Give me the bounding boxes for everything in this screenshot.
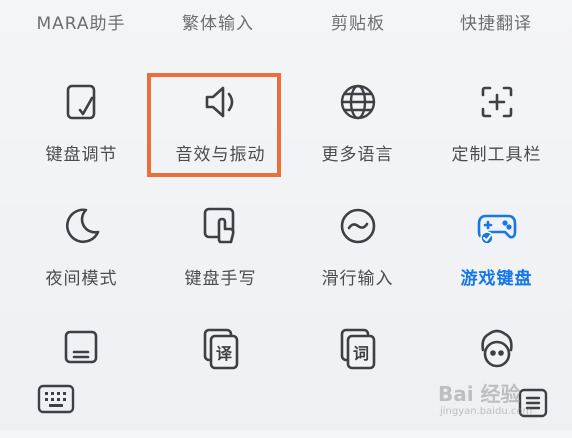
moon-icon <box>60 204 104 248</box>
tile-label: 键盘手写 <box>184 269 257 289</box>
svg-text:译: 译 <box>215 344 232 363</box>
tile-custom-toolbar[interactable]: 定制工具栏 <box>425 80 568 190</box>
top-function-row: MARA助手 繁体输入 剪贴板 快捷翻译 <box>0 0 572 46</box>
translate-card-icon: 译 <box>199 328 243 372</box>
tile-label: 定制工具栏 <box>451 145 542 165</box>
handwriting-icon <box>199 204 243 248</box>
globe-icon <box>336 80 380 124</box>
tile-handwriting[interactable]: 键盘手写 <box>149 204 292 314</box>
gamepad-icon <box>475 204 519 248</box>
tile-label: 更多语言 <box>321 145 394 165</box>
highlight-box <box>147 73 281 177</box>
tile-label: 游戏键盘 <box>460 269 533 289</box>
tile-keyboard-adjust[interactable]: 键盘调节 <box>10 80 153 190</box>
top-item-traditional[interactable]: 繁体输入 <box>153 9 283 34</box>
keyboard-toggle-button[interactable] <box>36 382 76 418</box>
custom-toolbar-icon <box>475 80 519 124</box>
watermark-text: Bai 经验 <box>438 382 521 406</box>
keyboard-adjust-icon <box>60 80 104 124</box>
swipe-input-icon <box>336 204 380 248</box>
tile-game-keyboard[interactable]: 游戏键盘 <box>425 204 568 314</box>
tile-night-mode[interactable]: 夜间模式 <box>10 204 153 314</box>
top-item-clipboard[interactable]: 剪贴板 <box>293 9 423 34</box>
watermark: Bai 经验 jingyan.baidu.com <box>434 372 564 426</box>
svg-text:词: 词 <box>352 344 368 363</box>
tile-label: 滑行输入 <box>321 269 394 289</box>
tile-more-languages[interactable]: 更多语言 <box>286 80 429 190</box>
tile-label: 键盘调节 <box>45 145 118 165</box>
toolbox-panel: MARA助手 繁体输入 剪贴板 快捷翻译 键盘调节 音效与振动 更多语言 定制工… <box>0 0 572 430</box>
avatar-face-icon <box>475 328 519 372</box>
tile-label: 夜间模式 <box>45 269 118 289</box>
keyboard-box-icon <box>60 328 104 372</box>
watermark-url: jingyan.baidu.com <box>440 406 533 417</box>
top-item-mara[interactable]: MARA助手 <box>16 9 146 34</box>
dictionary-card-icon: 词 <box>336 328 380 372</box>
tile-swipe-input[interactable]: 滑行输入 <box>286 204 429 314</box>
top-item-translate[interactable]: 快捷翻译 <box>431 9 561 34</box>
